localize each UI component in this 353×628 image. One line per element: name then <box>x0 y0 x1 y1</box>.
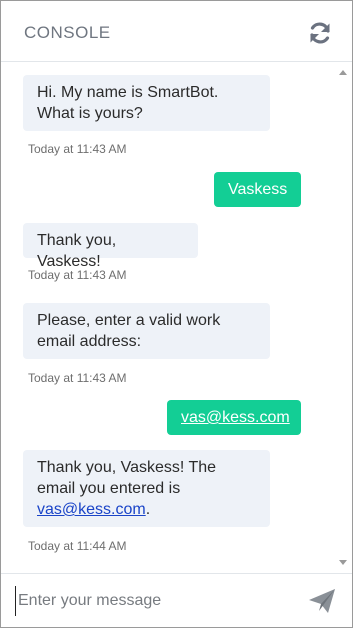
bot-message: Thank you, Vaskess! The email you entere… <box>23 450 270 527</box>
send-icon[interactable] <box>307 587 337 615</box>
bot-message: Thank you, Vaskess! <box>23 223 198 270</box>
scroll-up-icon[interactable] <box>339 70 347 75</box>
message-text: Please, enter a valid work email address… <box>37 312 221 350</box>
message-text-end: . <box>145 501 151 518</box>
message-composer <box>1 573 352 627</box>
refresh-icon[interactable] <box>307 20 333 46</box>
message-timestamp: Today at 11:44 AM <box>28 539 127 553</box>
message-text: Hi. My name is SmartBot. What is yours? <box>37 84 219 122</box>
user-message: Vaskess <box>214 172 301 207</box>
message-input[interactable] <box>15 586 290 616</box>
message-timestamp: Today at 11:43 AM <box>28 371 127 385</box>
email-link[interactable]: vas@kess.com <box>37 501 146 518</box>
message-scrollbar[interactable] <box>334 62 351 572</box>
message-timestamp: Today at 11:43 AM <box>28 268 127 282</box>
message-list[interactable]: Hi. My name is SmartBot. What is yours? … <box>1 62 352 572</box>
bot-message: Please, enter a valid work email address… <box>23 303 270 359</box>
bot-message: Hi. My name is SmartBot. What is yours? <box>23 75 270 131</box>
message-timestamp: Today at 11:43 AM <box>28 142 127 156</box>
message-text: Vaskess <box>228 181 288 198</box>
message-text: Thank you, Vaskess! The email you entere… <box>37 459 217 497</box>
scroll-down-icon[interactable] <box>339 560 347 565</box>
console-header: CONSOLE <box>1 1 352 62</box>
chat-console-window: CONSOLE Hi. My name is SmartBot. What is… <box>0 0 353 628</box>
message-text: Thank you, Vaskess! <box>37 232 117 270</box>
email-link[interactable]: vas@kess.com <box>181 409 290 426</box>
console-title: CONSOLE <box>24 23 111 42</box>
user-message: vas@kess.com <box>167 400 301 435</box>
